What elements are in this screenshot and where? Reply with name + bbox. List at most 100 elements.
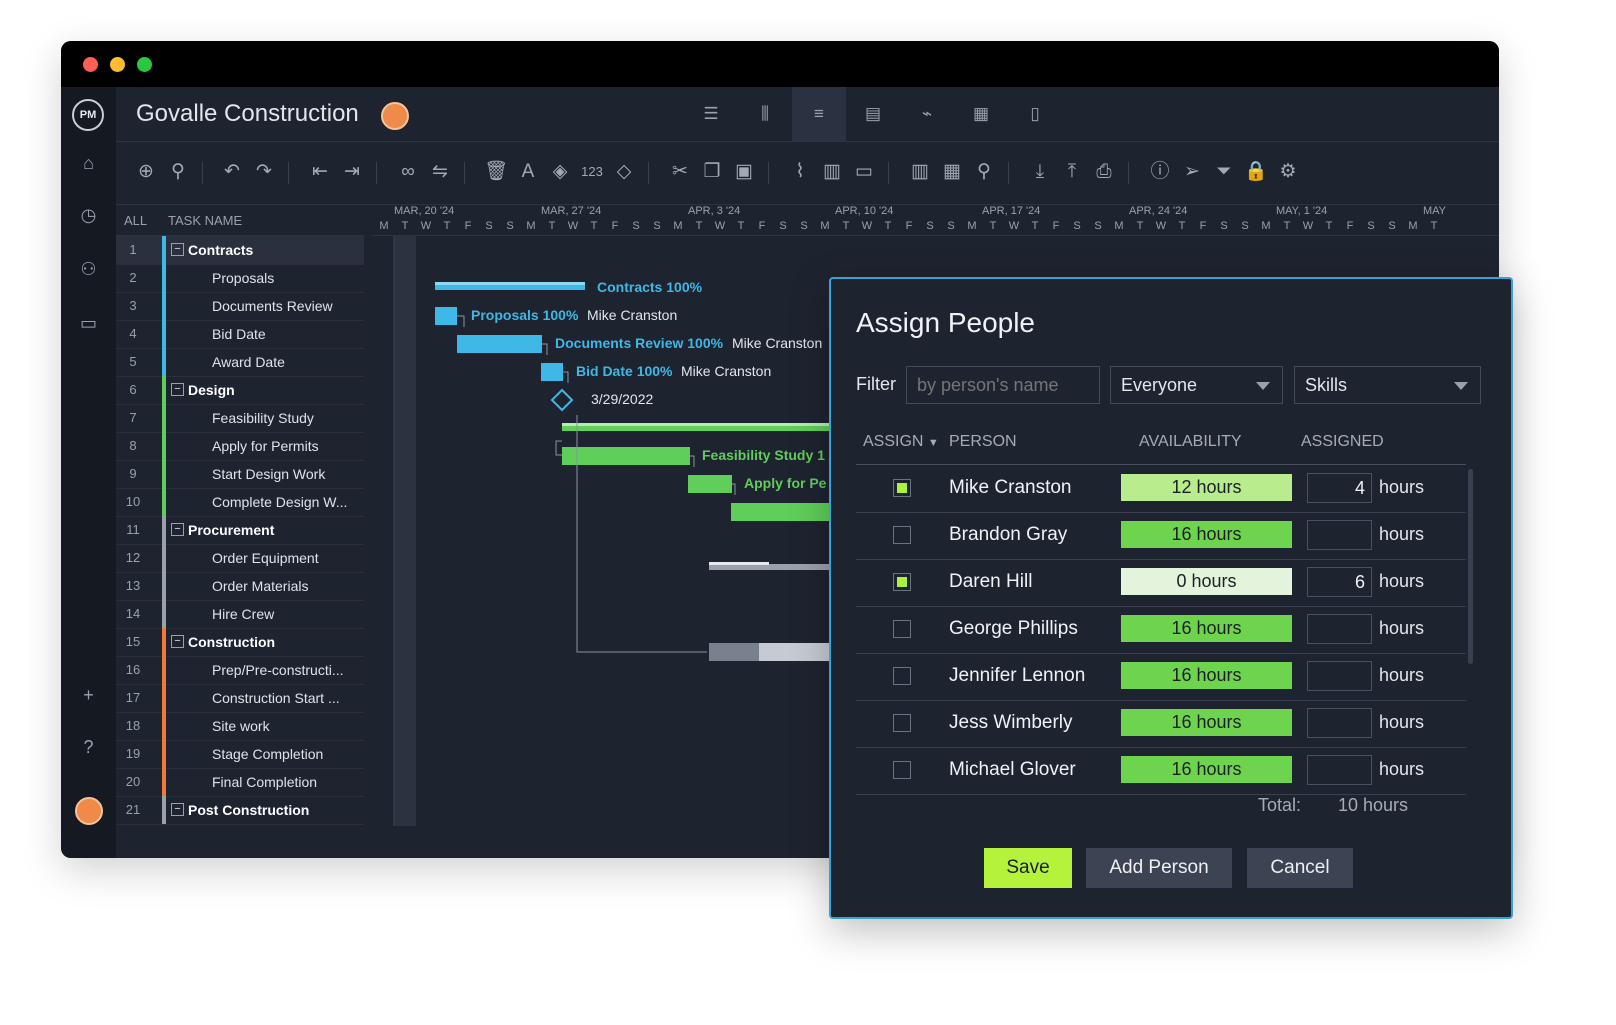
settings-icon[interactable]: ⚙ <box>1274 158 1302 186</box>
task-row[interactable]: 2 Proposals <box>116 264 364 293</box>
assigned-hours-input[interactable]: 4 <box>1307 473 1372 503</box>
task-row[interactable]: 4 Bid Date <box>116 320 364 349</box>
collapse-toggle-icon[interactable]: − <box>171 383 184 396</box>
share-icon[interactable]: ➢ <box>1178 158 1206 186</box>
task-row[interactable]: 21 − Post Construction <box>116 796 364 825</box>
task-name[interactable]: Final Completion <box>212 774 317 790</box>
task-name[interactable]: Contracts <box>188 242 253 258</box>
task-row[interactable]: 20 Final Completion <box>116 768 364 797</box>
assign-checkbox[interactable] <box>893 573 911 591</box>
task-row[interactable]: 8 Apply for Permits <box>116 432 364 461</box>
task-row[interactable]: 12 Order Equipment <box>116 544 364 573</box>
task-row[interactable]: 7 Feasibility Study <box>116 404 364 433</box>
task-name[interactable]: Proposals <box>212 270 274 286</box>
task-row[interactable]: 15 − Construction <box>116 628 364 657</box>
fill-color-icon[interactable]: ◈ <box>546 158 574 186</box>
task-name[interactable]: Award Date <box>212 354 285 370</box>
collapse-toggle-icon[interactable]: − <box>171 243 184 256</box>
assigned-hours-input[interactable] <box>1307 520 1372 550</box>
assign-checkbox[interactable] <box>893 526 911 544</box>
task-row[interactable]: 16 Prep/Pre-constructi... <box>116 656 364 685</box>
task-name[interactable]: Order Equipment <box>212 550 319 566</box>
sheet-view-icon[interactable]: ▤ <box>846 87 900 141</box>
task-name[interactable]: Procurement <box>188 522 274 538</box>
dashboard-view-icon[interactable]: ⌁ <box>900 87 954 141</box>
task-name[interactable]: Apply for Permits <box>212 438 319 454</box>
collapse-toggle-icon[interactable]: − <box>171 803 184 816</box>
person-row[interactable]: Brandon Gray 16 hours hours <box>856 512 1466 560</box>
person-column-header[interactable]: PERSON <box>949 433 1017 451</box>
bid-date-bar[interactable] <box>541 363 563 381</box>
person-name-filter-input[interactable] <box>906 366 1100 404</box>
person-row[interactable]: Michael Glover 16 hours hours <box>856 747 1466 795</box>
attach-icon[interactable]: ⌇ <box>786 158 814 186</box>
columns-icon[interactable]: ▥ <box>906 158 934 186</box>
lock-icon[interactable]: 🔒 <box>1242 158 1270 186</box>
hire-crew-bar[interactable] <box>709 643 759 661</box>
task-row[interactable]: 13 Order Materials <box>116 572 364 601</box>
font-color-icon[interactable]: A <box>514 158 542 186</box>
task-name[interactable]: Stage Completion <box>212 746 323 762</box>
close-window-button[interactable] <box>83 57 98 72</box>
documents-review-bar[interactable] <box>457 335 542 353</box>
task-row[interactable]: 1 − Contracts <box>116 236 364 265</box>
cut-icon[interactable]: ✂ <box>666 158 694 186</box>
list-view-icon[interactable]: ☰ <box>684 87 738 141</box>
import-icon[interactable]: ⤓ <box>1026 158 1054 186</box>
task-row[interactable]: 10 Complete Design W... <box>116 488 364 517</box>
document-view-icon[interactable]: ▯ <box>1008 87 1062 141</box>
assign-checkbox[interactable] <box>893 667 911 685</box>
delete-icon[interactable]: 🗑 <box>482 158 510 186</box>
task-row[interactable]: 3 Documents Review <box>116 292 364 321</box>
task-row[interactable]: 5 Award Date <box>116 348 364 377</box>
task-name[interactable]: Feasibility Study <box>212 410 314 426</box>
assign-checkbox[interactable] <box>893 714 911 732</box>
calendar-view-icon[interactable]: ▦ <box>954 87 1008 141</box>
task-name[interactable]: Post Construction <box>188 802 309 818</box>
gantt-view-icon[interactable]: ≡ <box>792 87 846 141</box>
grid-icon[interactable]: ▦ <box>938 158 966 186</box>
board-view-icon[interactable]: ⫼ <box>738 87 792 141</box>
task-row[interactable]: 6 − Design <box>116 376 364 405</box>
assigned-hours-input[interactable] <box>1307 755 1372 785</box>
person-row[interactable]: Jess Wimberly 16 hours hours <box>856 700 1466 748</box>
task-name[interactable]: Prep/Pre-constructi... <box>212 662 344 678</box>
plus-icon[interactable]: + <box>61 685 116 706</box>
availability-column-header[interactable]: AVAILABILITY <box>1139 433 1242 451</box>
numbering-icon[interactable]: 123 <box>578 158 606 186</box>
collapse-toggle-icon[interactable]: − <box>171 523 184 536</box>
clock-icon[interactable]: ◷ <box>61 205 116 226</box>
filter-icon[interactable]: ⏷ <box>1210 158 1238 186</box>
team-icon[interactable]: ⚇ <box>61 259 116 280</box>
notes-icon[interactable]: ▥ <box>818 158 846 186</box>
task-name[interactable]: Construction Start ... <box>212 690 340 706</box>
assigned-hours-input[interactable]: 6 <box>1307 567 1372 597</box>
person-row[interactable]: Daren Hill 0 hours 6 hours <box>856 559 1466 607</box>
task-name[interactable]: Hire Crew <box>212 606 274 622</box>
task-name[interactable]: Site work <box>212 718 270 734</box>
feasibility-study-bar[interactable] <box>562 447 690 465</box>
group-select[interactable]: Everyone <box>1110 366 1283 404</box>
task-name[interactable]: Documents Review <box>212 298 333 314</box>
proposals-bar[interactable] <box>435 307 457 325</box>
task-row[interactable]: 11 − Procurement <box>116 516 364 545</box>
task-row[interactable]: 9 Start Design Work <box>116 460 364 489</box>
project-owner-avatar[interactable] <box>381 102 409 130</box>
all-column-header[interactable]: ALL <box>124 213 147 228</box>
unlink-icon[interactable]: ⇋ <box>426 158 454 186</box>
indent-icon[interactable]: ⇥ <box>338 158 366 186</box>
person-row[interactable]: Jennifer Lennon 16 hours hours <box>856 653 1466 701</box>
add-person-button[interactable]: Add Person <box>1086 848 1232 888</box>
copy-icon[interactable]: ❐ <box>698 158 726 186</box>
briefcase-icon[interactable]: ▭ <box>61 313 116 334</box>
task-name[interactable]: Design <box>188 382 235 398</box>
comment-icon[interactable]: ▭ <box>850 158 878 186</box>
people-list-scrollbar[interactable] <box>1468 469 1473 664</box>
home-icon[interactable]: ⌂ <box>61 153 116 174</box>
add-user-icon[interactable]: ⚲ <box>164 158 192 186</box>
assign-checkbox[interactable] <box>893 620 911 638</box>
task-row[interactable]: 17 Construction Start ... <box>116 684 364 713</box>
outdent-icon[interactable]: ⇤ <box>306 158 334 186</box>
award-date-milestone[interactable] <box>550 388 574 412</box>
save-button[interactable]: Save <box>984 848 1072 888</box>
